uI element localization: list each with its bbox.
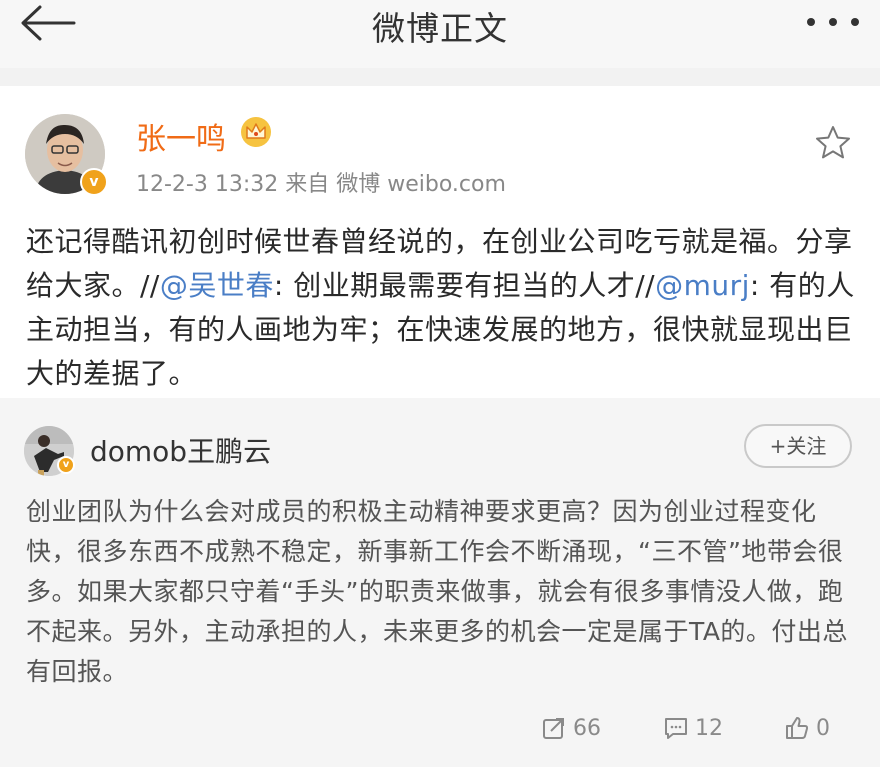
- weibo-post: v 张一鸣 12-2-3 13:32 来自 微博 weibo.com 还记得酷讯…: [0, 86, 880, 398]
- comment-icon: [665, 718, 687, 739]
- post-text: 还记得酷讯初创时候世春曾经说的，在创业公司吃亏就是福。分享给大家。//@吴世春:…: [26, 220, 856, 396]
- top-bar: 微博正文: [0, 0, 880, 68]
- crown-icon: [241, 117, 271, 147]
- repost-author-name[interactable]: domob王鹏云: [90, 430, 271, 470]
- favorite-star-icon[interactable]: [814, 124, 852, 162]
- repost-count-button[interactable]: 66: [541, 710, 601, 746]
- more-dots-icon[interactable]: [806, 12, 860, 32]
- repost-count: 66: [573, 715, 601, 741]
- like-count-button[interactable]: 0: [784, 710, 830, 746]
- repost-text: 创业团队为什么会对成员的积极主动精神要求更高？因为创业过程变化快，很多东西不成熟…: [26, 497, 848, 686]
- follow-button[interactable]: +关注: [744, 424, 852, 468]
- repost-card[interactable]: v domob王鹏云 +关注 创业团队为什么会对成员的积极主动精神要求更高？因为…: [0, 398, 880, 767]
- repost-icon: [543, 718, 564, 739]
- page-title: 微博正文: [372, 9, 508, 48]
- thumbs-up-icon: [786, 717, 809, 739]
- comment-count: 12: [695, 715, 723, 741]
- verified-badge-icon: v: [57, 456, 75, 474]
- verified-badge-icon: v: [80, 168, 108, 196]
- comment-count-button[interactable]: 12: [663, 710, 723, 746]
- post-text-part: : 创业期最需要有担当的人才//: [273, 269, 656, 302]
- post-stats: 66 12 0: [0, 710, 880, 746]
- mention-link[interactable]: @吴世春: [160, 269, 274, 302]
- like-count: 0: [816, 715, 830, 741]
- author-name[interactable]: 张一鸣: [136, 114, 226, 158]
- post-meta: 12-2-3 13:32 来自 微博 weibo.com: [136, 172, 506, 197]
- mention-link[interactable]: @murj: [655, 269, 750, 302]
